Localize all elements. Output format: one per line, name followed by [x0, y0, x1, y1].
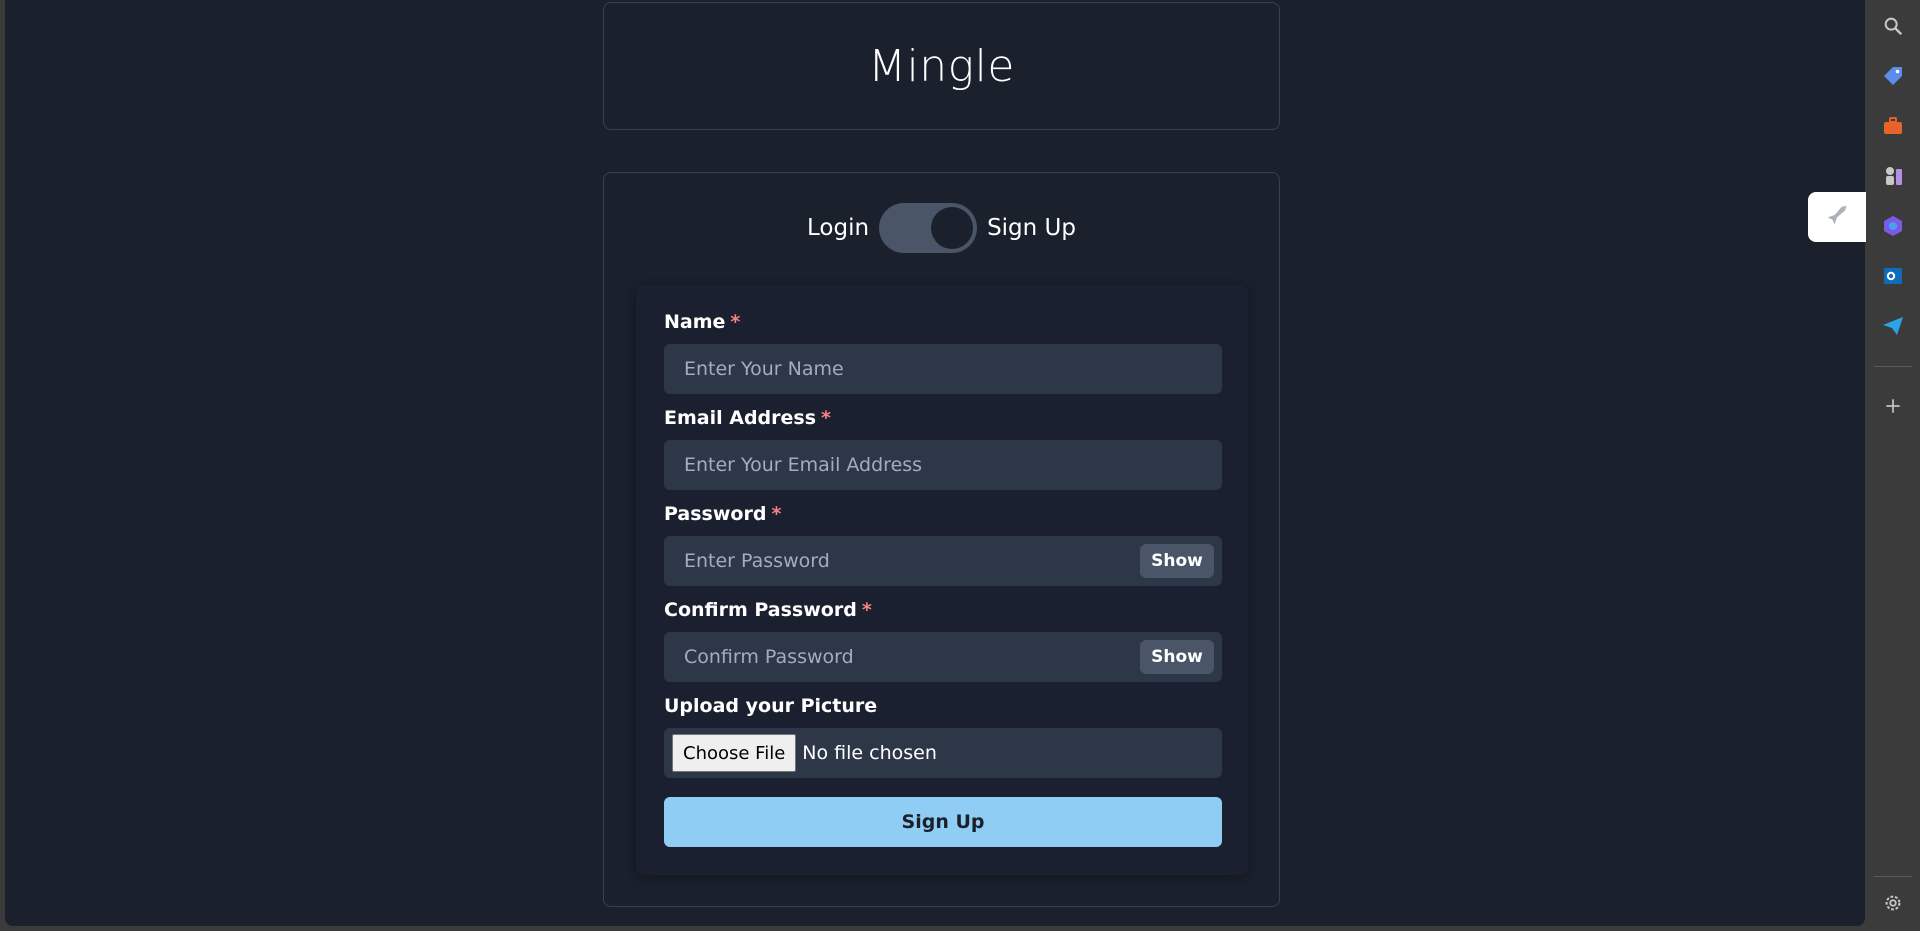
signup-submit-button[interactable]: Sign Up: [664, 797, 1222, 847]
name-label: Name *: [664, 311, 740, 333]
copilot-icon[interactable]: [1879, 212, 1907, 240]
password-label: Password *: [664, 503, 781, 525]
switch-knob: [931, 207, 974, 249]
briefcase-icon[interactable]: [1879, 112, 1907, 140]
required-mark: *: [821, 407, 831, 429]
app-title: Mingle: [868, 40, 1015, 92]
sidebar-divider: [1874, 876, 1912, 877]
name-label-text: Name: [664, 311, 726, 333]
name-field: [664, 344, 1222, 394]
email-field: [664, 440, 1222, 490]
settings-icon[interactable]: [1879, 889, 1907, 917]
page: Mingle Login Sign Up Name* Email Address…: [5, 0, 1865, 926]
required-mark: *: [730, 311, 741, 333]
confirm-password-label: Confirm Password *: [664, 599, 872, 621]
sidebar-divider: [1874, 366, 1912, 367]
flyout-tab[interactable]: [1808, 192, 1866, 242]
tag-icon[interactable]: [1879, 62, 1907, 90]
signup-label[interactable]: Sign Up: [987, 215, 1076, 241]
password-input[interactable]: [664, 536, 1222, 586]
confirm-password-field: Show: [664, 632, 1222, 682]
choose-file-button[interactable]: Choose File: [672, 734, 797, 772]
chess-icon[interactable]: [1879, 162, 1907, 190]
show-confirm-password-button[interactable]: Show: [1140, 640, 1214, 674]
name-input[interactable]: [664, 344, 1222, 394]
file-status: No file chosen: [802, 742, 937, 764]
picture-label: Upload your Picture: [664, 695, 878, 717]
password-field: Show: [664, 536, 1222, 586]
rocket-icon: [1823, 201, 1851, 233]
show-password-button[interactable]: Show: [1140, 544, 1214, 578]
picture-upload-field: Choose File No file chosen: [664, 728, 1222, 778]
email-input[interactable]: [664, 440, 1222, 490]
auth-mode-switch[interactable]: [879, 203, 978, 253]
auth-card: Login Sign Up Name* Email Address* Passw…: [603, 172, 1280, 907]
header-card: Mingle: [603, 2, 1280, 130]
outlook-icon[interactable]: [1879, 262, 1907, 290]
email-label-text: Email Address: [664, 407, 817, 429]
required-mark: *: [771, 503, 782, 525]
required-mark: *: [861, 599, 872, 621]
send-icon[interactable]: [1879, 312, 1907, 340]
browser-sidebar: [1866, 0, 1920, 931]
email-label: Email Address *: [664, 407, 831, 429]
confirm-password-input[interactable]: [664, 632, 1222, 682]
login-label[interactable]: Login: [807, 215, 869, 241]
signup-form: Name* Email Address* Password* Show Conf…: [636, 285, 1248, 875]
search-icon[interactable]: [1879, 12, 1907, 40]
add-icon[interactable]: [1879, 392, 1907, 420]
auth-mode-toggle-row: Login Sign Up: [604, 203, 1279, 253]
confirm-password-label-text: Confirm Password: [664, 599, 857, 621]
password-label-text: Password: [664, 503, 767, 525]
